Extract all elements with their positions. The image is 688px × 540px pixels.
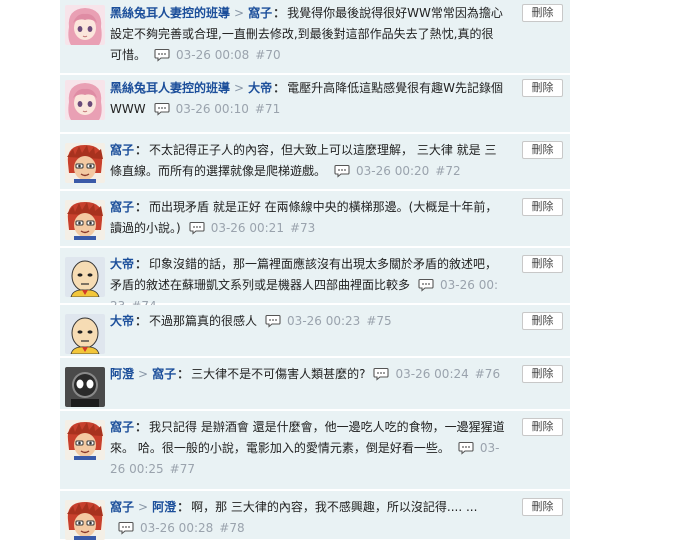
reply-icon[interactable] — [118, 521, 134, 535]
timestamp: 03-26 00:24 — [395, 367, 469, 381]
avatar[interactable] — [65, 143, 105, 183]
comment-item: 窩子： 而出現矛盾 就是正好 在兩條線中央的橫梯那邊。(大概是十年前，讀過的小說。… — [60, 191, 570, 247]
reply-icon[interactable] — [189, 221, 205, 235]
separator: ： — [135, 420, 148, 434]
reply-icon[interactable] — [154, 48, 170, 62]
comment-content: 窩子： 我只記得 是辦酒會 還是什麼會，他一邊吃人吃的食物，一邊猩猩道來。 哈。很… — [110, 417, 505, 480]
comment-content: 黑絲兔耳人妻控的班導 > 大帝： 電壓升高降低這點感覺很有趣W先記錄個WWW 03-26… — [110, 78, 505, 120]
comment-text: 印象沒錯的話，那一篇裡面應該沒有出現太多關於矛盾的敘述吧，矛盾的敘述在蘇珊凱文系… — [110, 257, 498, 292]
comment-text: 我只記得 是辦酒會 還是什麼會，他一邊吃人吃的食物，一邊猩猩道來。 哈。很一般的… — [110, 420, 505, 455]
user-name-link[interactable]: 窩子 — [110, 200, 134, 214]
comment-text: 三大律不是不可傷害人類甚麼的? — [191, 367, 366, 381]
floor-number[interactable]: #77 — [170, 462, 195, 476]
separator: ： — [135, 314, 148, 328]
separator: ： — [135, 257, 148, 271]
timestamp: 03-26 00:28 — [140, 521, 214, 535]
separator: ： — [135, 200, 148, 214]
floor-number[interactable]: #76 — [475, 367, 500, 381]
comment-item: 黑絲兔耳人妻控的班導 > 窩子： 我覺得你最後說得很好WW常常因為擔心設定不夠完善或合… — [60, 0, 570, 74]
comment-item: 大帝： 印象沒錯的話，那一篇裡面應該沒有出現太多關於矛盾的敘述吧，矛盾的敘述在蘇珊… — [60, 248, 570, 313]
comment-content: 大帝： 不過那篇真的很感人 03-26 00:23 #75 — [110, 311, 505, 332]
user-name-link[interactable]: 大帝 — [110, 257, 134, 271]
delete-button[interactable]: 刪除 — [522, 255, 563, 273]
separator: ： — [273, 81, 286, 95]
reply-to-link[interactable]: 大帝 — [248, 81, 272, 95]
user-name-link[interactable]: 窩子 — [110, 143, 134, 157]
delete-button[interactable]: 刪除 — [522, 498, 563, 516]
comment-item: 窩子 > 阿澄： 啊，那 三大律的內容，我不感興趣，所以沒記得.... ... 03-2… — [60, 491, 570, 540]
comment-item: 阿澄 > 窩子： 三大律不是不可傷害人類甚麼的? 03-26 00:24 #76 刪除 — [60, 358, 570, 410]
user-name-link[interactable]: 黑絲兔耳人妻控的班導 — [110, 81, 230, 95]
comment-content: 窩子： 不太記得正子人的內容，但大致上可以這麼理解， 三大律 就是 三條直線。而所… — [110, 140, 505, 182]
timestamp: 03-26 00:23 — [287, 314, 361, 328]
timestamp: 03-26 00:21 — [210, 221, 284, 235]
avatar[interactable] — [65, 314, 105, 354]
comment-item: 窩子： 我只記得 是辦酒會 還是什麼會，他一邊吃人吃的食物，一邊猩猩道來。 哈。很… — [60, 411, 570, 490]
avatar[interactable] — [65, 200, 105, 240]
comment-item: 大帝： 不過那篇真的很感人 03-26 00:23 #75 刪除 — [60, 305, 570, 357]
separator: ： — [135, 143, 148, 157]
user-name-link[interactable]: 大帝 — [110, 314, 134, 328]
reply-arrow: > — [138, 500, 149, 514]
user-name-link[interactable]: 窩子 — [110, 500, 134, 514]
comment-text: 不過那篇真的很感人 — [149, 314, 258, 328]
comment-content: 窩子： 而出現矛盾 就是正好 在兩條線中央的橫梯那邊。(大概是十年前，讀過的小說。… — [110, 197, 505, 239]
comment-content: 阿澄 > 窩子： 三大律不是不可傷害人類甚麼的? 03-26 00:24 #76 — [110, 364, 505, 385]
separator: ： — [177, 367, 190, 381]
floor-number[interactable]: #73 — [290, 221, 315, 235]
reply-icon[interactable] — [265, 314, 281, 328]
timestamp: 03-26 00:10 — [175, 102, 249, 116]
delete-button[interactable]: 刪除 — [522, 141, 563, 159]
reply-arrow: > — [234, 81, 245, 95]
comment-item: 黑絲兔耳人妻控的班導 > 大帝： 電壓升高降低這點感覺很有趣W先記錄個WWW 03-26… — [60, 75, 570, 133]
reply-to-link[interactable]: 窩子 — [248, 6, 272, 20]
user-name-link[interactable]: 阿澄 — [110, 367, 134, 381]
user-name-link[interactable]: 黑絲兔耳人妻控的班導 — [110, 6, 230, 20]
user-name-link[interactable]: 窩子 — [110, 420, 134, 434]
comment-text: 啊，那 三大律的內容，我不感興趣，所以沒記得.... ... — [191, 500, 478, 514]
reply-icon[interactable] — [154, 102, 170, 116]
delete-button[interactable]: 刪除 — [522, 312, 563, 330]
reply-arrow: > — [138, 367, 149, 381]
reply-arrow: > — [234, 6, 245, 20]
avatar[interactable] — [65, 257, 105, 297]
delete-button[interactable]: 刪除 — [522, 4, 563, 22]
reply-icon[interactable] — [334, 164, 350, 178]
avatar[interactable] — [65, 367, 105, 407]
avatar[interactable] — [65, 500, 105, 540]
floor-number[interactable]: #75 — [366, 314, 391, 328]
avatar[interactable] — [65, 420, 105, 460]
timestamp: 03-26 00:20 — [356, 164, 430, 178]
separator: ： — [273, 6, 286, 20]
avatar[interactable] — [65, 80, 105, 120]
reply-to-link[interactable]: 窩子 — [152, 367, 176, 381]
delete-button[interactable]: 刪除 — [522, 198, 563, 216]
delete-button[interactable]: 刪除 — [522, 418, 563, 436]
separator: ： — [177, 500, 190, 514]
comment-content: 黑絲兔耳人妻控的班導 > 窩子： 我覺得你最後說得很好WW常常因為擔心設定不夠完善或合… — [110, 3, 505, 66]
reply-icon[interactable] — [458, 441, 474, 455]
reply-icon[interactable] — [373, 367, 390, 381]
delete-button[interactable]: 刪除 — [522, 79, 563, 97]
floor-number[interactable]: #70 — [255, 48, 280, 62]
reply-icon[interactable] — [418, 278, 434, 292]
floor-number[interactable]: #78 — [219, 521, 244, 535]
delete-button[interactable]: 刪除 — [522, 365, 563, 383]
timestamp: 03-26 00:08 — [176, 48, 250, 62]
avatar[interactable] — [65, 5, 105, 45]
comment-content: 窩子 > 阿澄： 啊，那 三大律的內容，我不感興趣，所以沒記得.... ... 03-2… — [110, 497, 505, 539]
reply-to-link[interactable]: 阿澄 — [152, 500, 176, 514]
floor-number[interactable]: #72 — [435, 164, 460, 178]
comment-item: 窩子： 不太記得正子人的內容，但大致上可以這麼理解， 三大律 就是 三條直線。而所… — [60, 134, 570, 190]
floor-number[interactable]: #71 — [255, 102, 280, 116]
